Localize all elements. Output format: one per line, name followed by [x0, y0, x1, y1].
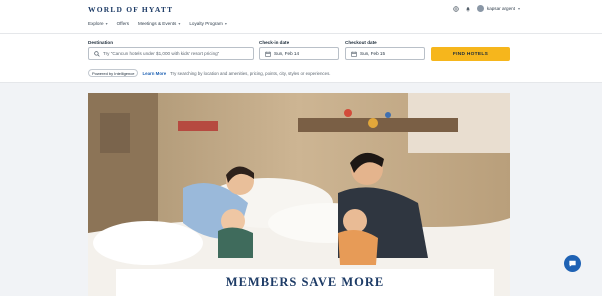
globe-icon[interactable] — [453, 5, 459, 12]
assist-text: Try searching by location and amenities,… — [170, 70, 331, 76]
destination-label: Destination — [88, 40, 114, 45]
search-assist-row: Powered by Intelligence Learn More Try s… — [88, 69, 331, 77]
calendar-icon — [265, 51, 271, 57]
chevron-down-icon: ▾ — [224, 21, 227, 26]
nav-meetings-label: Meetings & Events — [138, 21, 177, 26]
family-bed-photo — [88, 93, 510, 296]
destination-input[interactable]: Try "Cancun hotels under $1,000 with kid… — [88, 47, 254, 60]
top-header: WORLD OF HYATT Explore ▾ Offers Meetings … — [0, 0, 602, 34]
chevron-down-icon: ▾ — [105, 21, 108, 26]
nav-offers[interactable]: Offers — [117, 21, 129, 26]
destination-placeholder: Try "Cancun hotels under $1,000 with kid… — [103, 51, 220, 56]
nav-meetings[interactable]: Meetings & Events ▾ — [138, 21, 180, 26]
hero-image — [88, 93, 510, 296]
nav-explore[interactable]: Explore ▾ — [88, 21, 108, 26]
ai-chip[interactable]: Powered by Intelligence — [88, 69, 139, 77]
checkin-label: Check-in date — [259, 40, 290, 45]
user-menu[interactable]: kapsar argent ▾ — [476, 5, 520, 12]
main-nav: Explore ▾ Offers Meetings & Events ▾ Loyal… — [88, 21, 227, 26]
learn-more-link[interactable]: Learn More — [142, 71, 166, 76]
chat-button[interactable] — [564, 255, 581, 272]
search-icon — [94, 50, 100, 57]
chevron-down-icon: ▾ — [517, 6, 520, 11]
hyatt-logo[interactable]: WORLD OF HYATT — [88, 5, 173, 14]
chat-icon — [569, 260, 576, 267]
calendar-icon — [351, 51, 357, 57]
bell-icon[interactable] — [465, 6, 471, 12]
checkin-field[interactable]: Sun, Feb 14 — [259, 47, 339, 60]
checkout-label: Checkout date — [345, 40, 377, 45]
nav-loyalty[interactable]: Loyalty Program ▾ — [189, 21, 226, 26]
checkout-value: Sun, Feb 15 — [360, 51, 386, 56]
members-save-banner: MEMBERS SAVE MORE — [116, 269, 494, 296]
banner-title: MEMBERS SAVE MORE — [225, 275, 385, 289]
chevron-down-icon: ▾ — [178, 21, 181, 26]
user-name: kapsar argent — [486, 6, 515, 11]
checkout-field[interactable]: Sun, Feb 15 — [345, 47, 425, 60]
checkin-value: Sun, Feb 14 — [274, 51, 300, 56]
avatar — [476, 5, 484, 12]
find-hotels-button[interactable]: FIND HOTELS — [431, 47, 510, 61]
nav-offers-label: Offers — [116, 21, 130, 26]
nav-loyalty-label: Loyalty Program — [189, 21, 223, 26]
nav-explore-label: Explore — [88, 21, 104, 26]
header-utilities: kapsar argent ▾ — [453, 5, 520, 12]
